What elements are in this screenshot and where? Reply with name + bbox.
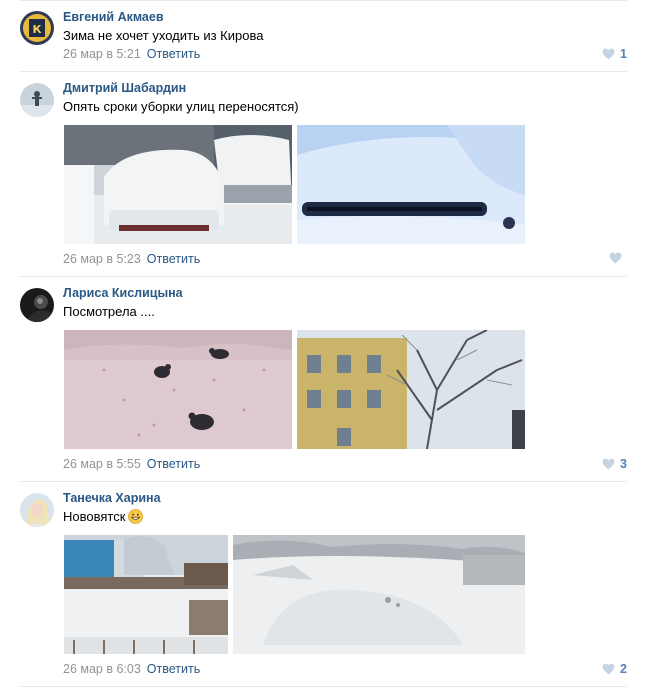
comment-meta: 26 мар в 5:23 Ответить bbox=[63, 252, 200, 266]
heart-icon bbox=[602, 48, 615, 60]
photo-attachment[interactable] bbox=[64, 125, 292, 244]
like-count: 1 bbox=[620, 47, 627, 61]
separator bbox=[20, 71, 627, 72]
separator bbox=[20, 686, 627, 687]
photo-attachment[interactable] bbox=[64, 330, 292, 449]
photo-attachment[interactable] bbox=[64, 535, 228, 654]
separator bbox=[20, 0, 627, 1]
heart-icon bbox=[609, 252, 622, 264]
comment-date[interactable]: 26 мар в 5:55 bbox=[63, 457, 141, 471]
reply-button[interactable]: Ответить bbox=[147, 457, 200, 471]
comment-date[interactable]: 26 мар в 5:23 bbox=[63, 252, 141, 266]
heart-icon bbox=[602, 663, 615, 675]
author-name[interactable]: Лариса Кислицына bbox=[63, 286, 183, 300]
like-count: 3 bbox=[620, 457, 627, 471]
avatar[interactable]: К bbox=[20, 11, 54, 45]
svg-text:К: К bbox=[33, 23, 42, 36]
comment-meta: 26 мар в 5:55 Ответить bbox=[63, 457, 200, 471]
comment-date[interactable]: 26 мар в 5:21 bbox=[63, 47, 141, 61]
author-name[interactable]: Дмитрий Шабардин bbox=[63, 81, 186, 95]
heart-icon bbox=[602, 458, 615, 470]
comment-date[interactable]: 26 мар в 6:03 bbox=[63, 662, 141, 676]
like-button[interactable]: 1 bbox=[602, 47, 627, 61]
like-button[interactable]: 3 bbox=[602, 457, 627, 471]
avatar[interactable] bbox=[20, 83, 54, 117]
comment-text: Зима не хочет уходить из Кирова bbox=[63, 28, 264, 43]
photo-attachment[interactable] bbox=[297, 125, 525, 244]
comment-text: Посмотрела .... bbox=[63, 304, 155, 319]
author-name[interactable]: Евгений Акмаев bbox=[63, 10, 164, 24]
comment-meta: 26 мар в 6:03 Ответить bbox=[63, 662, 200, 676]
comment-text-content: Нововятск bbox=[63, 509, 126, 524]
avatar[interactable] bbox=[20, 493, 54, 527]
photo-attachment[interactable] bbox=[233, 535, 525, 654]
avatar[interactable] bbox=[20, 288, 54, 322]
like-button[interactable]: 2 bbox=[602, 662, 627, 676]
photo-attachment[interactable] bbox=[297, 330, 525, 449]
comment-meta: 26 мар в 5:21 Ответить bbox=[63, 47, 200, 61]
separator bbox=[20, 276, 627, 277]
reply-button[interactable]: Ответить bbox=[147, 662, 200, 676]
like-button[interactable] bbox=[609, 252, 627, 264]
reply-button[interactable]: Ответить bbox=[147, 47, 200, 61]
comment-text: Нововятск bbox=[63, 509, 144, 524]
separator bbox=[20, 481, 627, 482]
like-count: 2 bbox=[620, 662, 627, 676]
reply-button[interactable]: Ответить bbox=[147, 252, 200, 266]
author-name[interactable]: Танечка Харина bbox=[63, 491, 161, 505]
comment-text: Опять сроки уборки улиц переносятся) bbox=[63, 99, 299, 114]
grinning-face-emoji bbox=[128, 509, 144, 524]
